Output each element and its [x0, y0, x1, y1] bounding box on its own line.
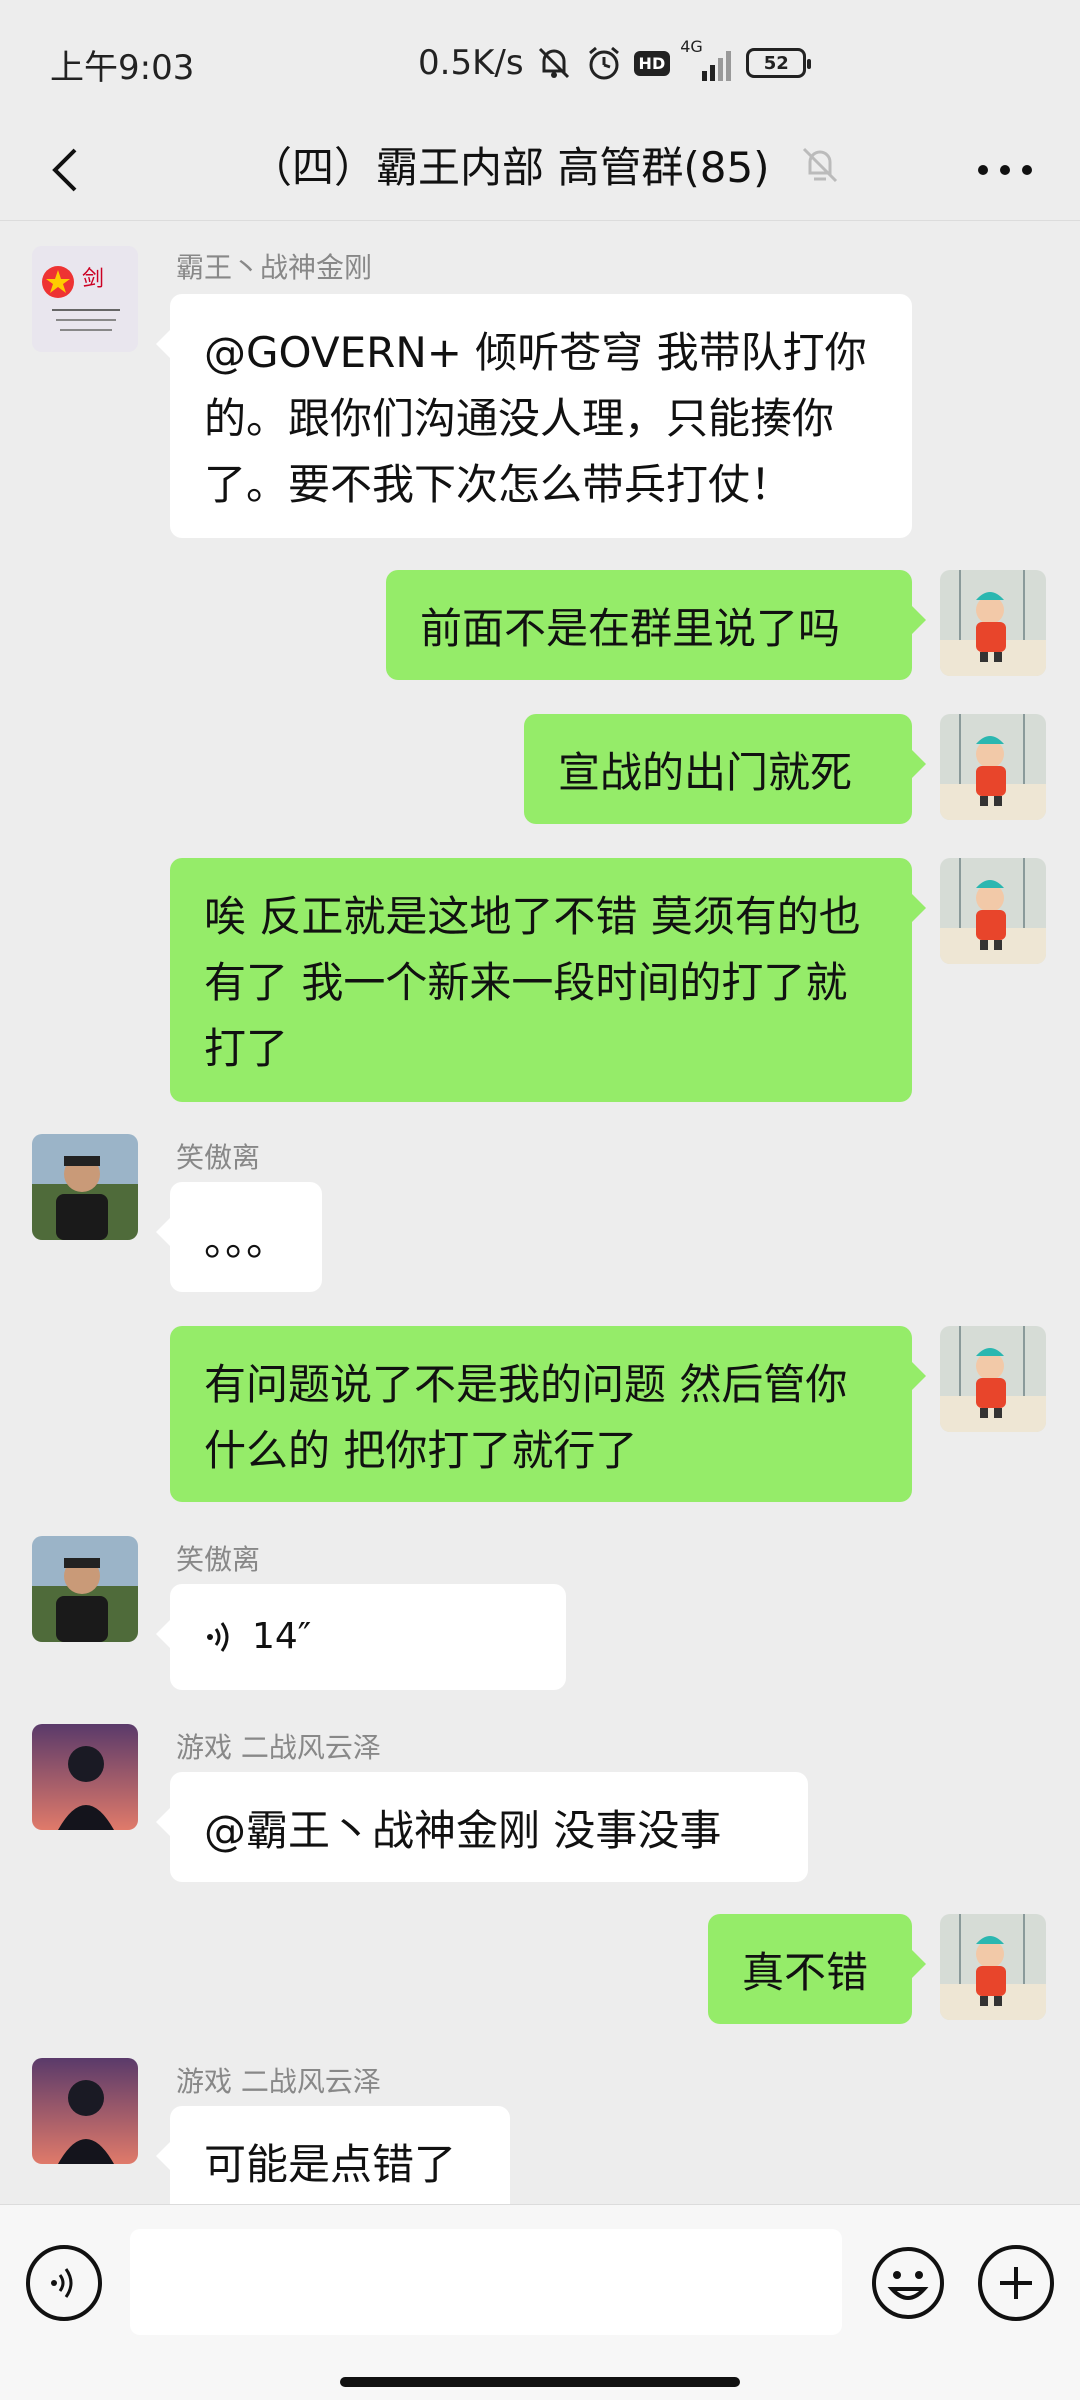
message-bubble[interactable]: 。。。 [156, 1182, 322, 1292]
voice-input-button[interactable] [26, 2245, 102, 2321]
message-bubble[interactable]: 前面不是在群里说了吗 [386, 570, 926, 680]
avatar-self[interactable] [940, 858, 1046, 964]
avatar-bawang[interactable]: 剑 [32, 246, 138, 352]
network-speed: 0.5K/s [418, 43, 524, 83]
back-button[interactable] [30, 135, 100, 205]
sender-name: 笑傲离 [176, 1543, 261, 1576]
chat-title: （四）霸王内部 高管群(85) [250, 143, 770, 192]
bell-muted-icon [800, 140, 840, 190]
home-indicator[interactable] [340, 2377, 740, 2387]
sender-name: 游戏 二战风云泽 [176, 1731, 381, 1764]
message-bubble[interactable]: 唉 反正就是这地了不错 莫须有的也有了 我一个新来一段时间的打了就打了 [170, 858, 926, 1102]
more-dots-icon [978, 165, 1032, 175]
more-functions-button[interactable] [978, 2245, 1054, 2321]
message-bubble[interactable]: 宣战的出门就死 [524, 714, 926, 824]
avatar-self[interactable] [940, 1914, 1046, 2020]
status-time: 上午9:03 [50, 48, 195, 88]
voice-wave-icon [207, 1622, 229, 1652]
signal-icon: 4G [680, 37, 736, 83]
message-bubble[interactable]: @霸王丶战神金刚 没事没事 [156, 1772, 808, 1882]
more-options-button[interactable] [970, 140, 1040, 200]
chat-header: （四）霸王内部 高管群(85) [0, 120, 1080, 221]
voice-duration: 14″ [252, 1616, 312, 1657]
signal-label: 4G [680, 37, 703, 56]
status-icons: 0.5K/s HD 4G 52 [418, 37, 812, 88]
sender-name: 游戏 二战风云泽 [176, 2065, 381, 2098]
bell-muted-icon [534, 43, 574, 83]
avatar-xiaoaoli[interactable] [32, 1536, 138, 1642]
smiley-icon [872, 2247, 944, 2319]
hd-badge: HD [633, 50, 671, 76]
svg-text:剑: 剑 [82, 267, 104, 292]
alarm-icon [584, 43, 624, 83]
chevron-left-icon [52, 148, 77, 192]
emoji-button[interactable] [870, 2245, 946, 2321]
battery-indicator: 52 [746, 48, 812, 78]
avatar-self[interactable] [940, 1326, 1046, 1432]
voice-wave-icon [51, 2268, 73, 2298]
avatar-fengyunze[interactable] [32, 2058, 138, 2164]
status-bar: 上午9:03 0.5K/s HD 4G 52 [0, 0, 1080, 120]
sender-name: 霸王丶战神金刚 [176, 251, 373, 284]
input-bar [0, 2204, 1080, 2400]
chat-screen: 上午9:03 0.5K/s HD 4G 52 （四）霸王内部 高管群(85) 剑… [0, 0, 1080, 2400]
message-bubble[interactable]: 真不错 [708, 1914, 926, 2024]
message-bubble[interactable]: 可能是点错了 [156, 2106, 510, 2216]
message-input[interactable] [130, 2229, 842, 2335]
plus-icon [1000, 2267, 1032, 2299]
avatar-xiaoaoli[interactable] [32, 1134, 138, 1240]
voice-message-bubble[interactable]: 14″ [156, 1584, 566, 1690]
avatar-self[interactable] [940, 714, 1046, 820]
message-bubble[interactable]: 有问题说了不是我的问题 然后管你什么的 把你打了就行了 [170, 1326, 926, 1502]
avatar-fengyunze[interactable] [32, 1724, 138, 1830]
message-bubble[interactable]: @GOVERN+ 倾听苍穹 我带队打你的。跟你们沟通没人理，只能揍你了。要不我下… [156, 294, 912, 538]
avatar-self[interactable] [940, 570, 1046, 676]
sender-name: 笑傲离 [176, 1141, 261, 1174]
